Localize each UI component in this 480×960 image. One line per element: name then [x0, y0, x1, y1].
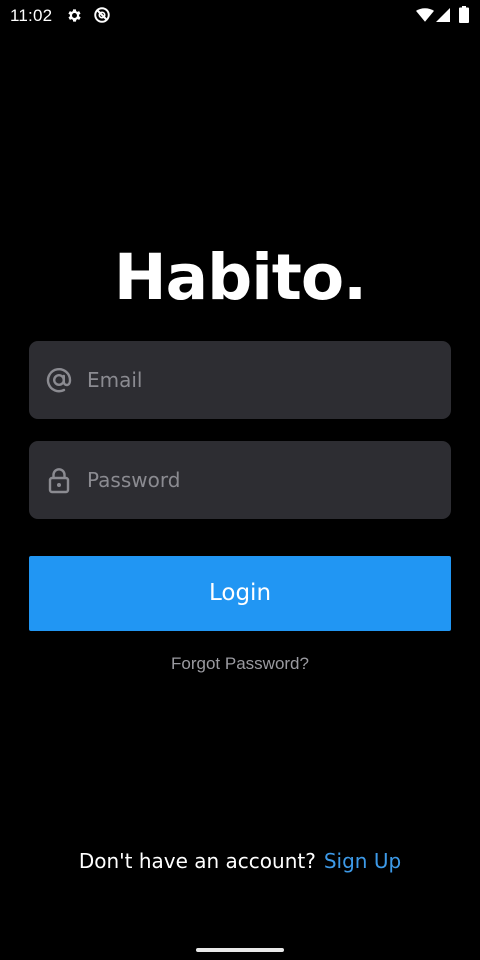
battery-icon [459, 6, 469, 23]
login-button[interactable]: Login [29, 556, 451, 631]
forgot-password-link[interactable]: Forgot Password? [0, 652, 480, 676]
gear-icon [68, 9, 81, 22]
email-input[interactable] [87, 341, 437, 419]
login-screen: 11:02 Habito. Email Login Forgot Passwor… [0, 0, 480, 960]
password-input[interactable] [87, 441, 437, 519]
password-field[interactable] [29, 441, 451, 519]
status-time: 11:02 [10, 6, 53, 25]
signal-icon [436, 8, 450, 22]
signup-row: Don't have an account? Sign Up [0, 847, 480, 875]
signup-prompt: Don't have an account? [78, 849, 316, 873]
status-bar: 11:02 [0, 0, 480, 30]
sign-up-link[interactable]: Sign Up [324, 849, 401, 873]
email-field[interactable] [29, 341, 451, 419]
lock-icon [48, 468, 70, 494]
wifi-icon [416, 8, 434, 22]
do-not-disturb-icon [94, 7, 110, 23]
home-indicator[interactable] [196, 948, 284, 952]
at-sign-icon [46, 368, 72, 393]
app-logo: Habito. [113, 241, 367, 314]
